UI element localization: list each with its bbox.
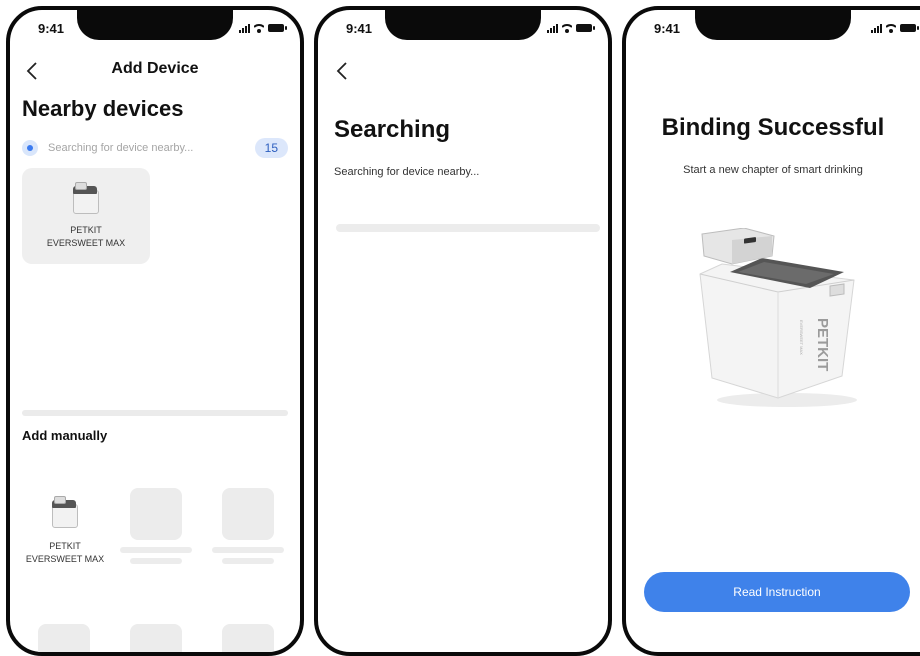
battery-icon <box>900 24 919 32</box>
device-model: EVERSWEET MAX <box>46 238 126 248</box>
status-icons <box>871 23 919 33</box>
add-manually-title: Add manually <box>22 428 108 443</box>
water-fountain-product-image: PETKIT EVERSWEET MAX <box>699 228 857 407</box>
device-count-badge: 15 <box>254 138 288 158</box>
searching-row: Searching for device nearby... 15 <box>22 136 288 160</box>
placeholder-device-icon <box>38 624 90 652</box>
status-time: 9:41 <box>38 21 65 36</box>
section-divider <box>22 410 288 416</box>
product-brand-text: PETKIT <box>814 318 831 371</box>
placeholder-line <box>222 558 274 564</box>
phone-screen-binding-success: 9:41 Binding Successful Start a new chap… <box>622 6 920 656</box>
product-model-text: EVERSWEET MAX <box>799 320 804 355</box>
nav-title: Add Device <box>111 60 199 77</box>
placeholder-line <box>212 547 284 553</box>
status-icons <box>547 23 595 33</box>
phone-notch <box>385 10 541 40</box>
fountain-icon <box>70 182 102 214</box>
manual-device-item[interactable]: PETKIT EVERSWEET MAX <box>22 496 108 576</box>
fountain-icon <box>49 496 81 528</box>
radar-icon <box>22 140 38 156</box>
wifi-icon <box>562 23 572 33</box>
placeholder-device-icon <box>130 488 182 540</box>
wifi-icon <box>254 23 264 33</box>
placeholder-line <box>120 547 192 553</box>
phone-screen-add-device: 9:41 Add Device Nearby devices Searching… <box>6 6 304 656</box>
placeholder-device-icon <box>130 624 182 652</box>
nearby-device-card[interactable]: PETKIT EVERSWEET MAX <box>22 168 150 264</box>
page-heading: Searching <box>334 116 451 143</box>
read-instruction-button[interactable]: Read Instruction <box>644 572 910 612</box>
placeholder-line <box>130 558 182 564</box>
placeholder-device-icon <box>222 488 274 540</box>
status-time: 9:41 <box>346 21 373 36</box>
manual-device-brand: PETKIT <box>49 541 81 551</box>
status-time: 9:41 <box>654 21 681 36</box>
device-brand: PETKIT <box>70 225 102 235</box>
signal-icon <box>547 23 558 33</box>
wifi-icon <box>886 23 896 33</box>
phone-notch <box>695 10 851 40</box>
page-heading: Nearby devices <box>22 96 184 121</box>
searching-text: Searching for device nearby... <box>48 142 194 154</box>
chevron-left-icon <box>336 62 347 80</box>
signal-icon <box>239 23 250 33</box>
searching-subtext: Searching for device nearby... <box>334 166 480 178</box>
search-progress-bar <box>336 224 600 232</box>
phone-screen-searching: 9:41 Searching Searching for device near… <box>314 6 612 656</box>
back-button[interactable] <box>336 62 348 84</box>
phone-notch <box>77 10 233 40</box>
manual-device-model: EVERSWEET MAX <box>25 554 105 564</box>
battery-icon <box>576 24 595 32</box>
page-subtitle: Start a new chapter of smart drinking <box>683 164 863 176</box>
status-icons <box>239 23 287 33</box>
battery-icon <box>268 24 287 32</box>
page-heading: Binding Successful <box>661 114 885 141</box>
placeholder-device-icon <box>222 624 274 652</box>
signal-icon <box>871 23 882 33</box>
